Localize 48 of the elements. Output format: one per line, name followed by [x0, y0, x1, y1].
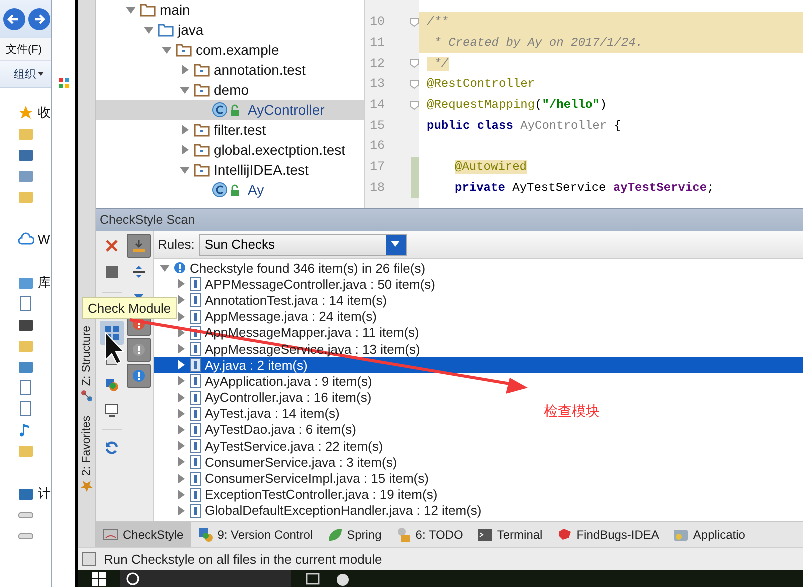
item-label: Ay — [248, 182, 264, 198]
item-label: IntellijIDEA.test — [214, 162, 309, 178]
line-number: 16 — [370, 139, 386, 154]
line-number: 18 — [370, 180, 386, 195]
line-number: 14 — [370, 98, 386, 112]
nav-label: W — [38, 232, 50, 247]
item-label: Ay.java : 2 item(s) — [205, 358, 308, 373]
nav-label: 计 — [38, 484, 51, 502]
item-label: GlobalDefaultExceptionHandler.java : 12 item(s) — [205, 503, 482, 518]
item-label: main — [160, 2, 190, 18]
line-number: 13 — [370, 77, 386, 92]
code-line: */ — [419, 53, 803, 74]
line-number: 15 — [370, 118, 386, 133]
item-label: AyController — [248, 102, 325, 118]
item-label: annotation.test — [214, 62, 306, 78]
nav-label: 库 — [38, 274, 51, 292]
item-label: com.example — [196, 42, 280, 58]
rules-label: Rules: — [158, 237, 195, 252]
annotation-text: 检查模块 — [544, 403, 600, 421]
nav-label: 收 — [38, 104, 51, 122]
item-label: ConsumerService.java : 3 item(s) — [205, 454, 398, 470]
item-label: demo — [214, 82, 250, 98]
item-label: AyTestService.java : 22 item(s) — [205, 438, 384, 454]
item-label: AyTest.java : 14 item(s) — [205, 406, 340, 422]
item-label: java — [178, 22, 204, 38]
line-number: 17 — [370, 160, 386, 174]
item-label: APPMessageController.java : 50 item(s) — [205, 276, 436, 292]
code-line: @RequestMapping("/hello") — [426, 97, 608, 114]
item-label: global.exectption.test — [214, 142, 346, 158]
status-text: Run Checkstyle on all files in the current module — [104, 552, 382, 566]
item-label: ExceptionTestController.java : 19 item(s) — [205, 487, 438, 502]
item-label: Checkstyle found 346 item(s) in 26 file(s) — [190, 260, 426, 276]
item-label: AppMessageMapper.java : 11 item(s) — [205, 325, 420, 340]
item-label: AnnotationTest.java : 14 item(s) — [205, 292, 388, 308]
line-number: 11 — [370, 36, 386, 50]
code-line: private AyTestService ayTestService; — [454, 180, 716, 197]
item-label: filter.test — [214, 122, 266, 138]
item-label: AyTestDao.java : 6 item(s) — [205, 422, 356, 438]
code-line: @RestController — [426, 76, 536, 94]
panel-title: CheckStyle Scan — [100, 213, 196, 227]
code-line: public class AyController { — [426, 118, 622, 135]
item-label: ConsumerServiceImpl.java : 15 item(s) — [205, 471, 429, 486]
tooltip: Check Module — [82, 297, 178, 319]
item-label: AppMessage.java : 24 item(s) — [205, 309, 377, 324]
line-number: 12 — [370, 56, 386, 71]
line-number: 10 — [370, 15, 386, 30]
item-label: AyController.java : 16 item(s) — [205, 390, 372, 406]
item-label: AyApplication.java : 9 item(s) — [205, 374, 372, 389]
